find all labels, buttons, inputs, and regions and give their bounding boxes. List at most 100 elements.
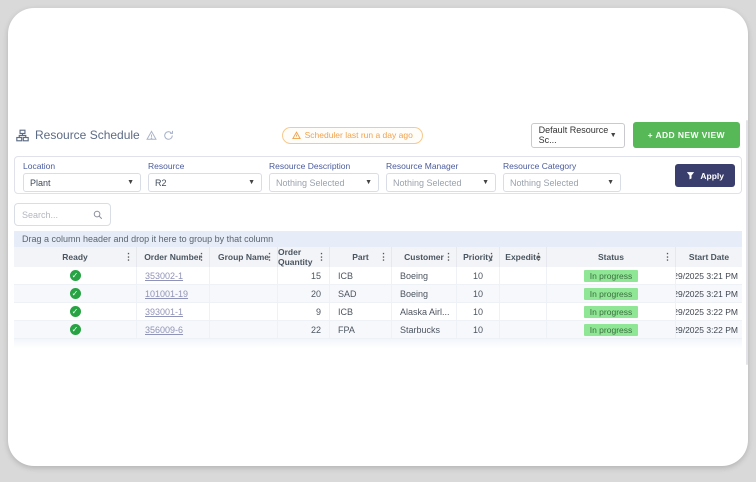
page-header: Resource Schedule Scheduler last run a d… — [14, 120, 742, 150]
customer-cell: Boeing — [392, 267, 457, 284]
expedite-cell — [500, 285, 547, 302]
view-selector-value: Default Resource Sc... — [538, 125, 609, 145]
table-row[interactable]: ✓ 356009-6 22 FPA Starbucks 10 In progre… — [14, 321, 742, 339]
add-new-view-button[interactable]: + ADD NEW VIEW — [632, 122, 740, 148]
alert-triangle-icon[interactable] — [145, 129, 157, 141]
filter-resource-description-value: Nothing Selected — [276, 177, 345, 188]
order-number-cell: 101001-19 — [137, 285, 210, 302]
column-header-order-quantity[interactable]: Order Quantity ⋮ — [278, 247, 330, 267]
table-row[interactable]: ✓ 101001-19 20 SAD Boeing 10 In progress… — [14, 285, 742, 303]
chevron-down-icon: ▼ — [482, 179, 489, 186]
column-menu-icon[interactable]: ⋮ — [534, 252, 543, 262]
ready-cell: ✓ — [14, 303, 137, 320]
scheduler-status-text: Scheduler last run a day ago — [304, 130, 413, 140]
column-header-group-name[interactable]: Group Name ⋮ — [210, 247, 278, 267]
priority-cell: 10 — [457, 303, 500, 320]
table-row[interactable]: ✓ 393001-1 9 ICB Alaska Airl... 10 In pr… — [14, 303, 742, 321]
column-menu-icon[interactable]: ⋮ — [663, 252, 672, 262]
start-date-cell: 07/29/2025 3:21 PM — [676, 288, 738, 299]
filter-resource-description-select[interactable]: Nothing Selected ▼ — [269, 173, 379, 192]
status-cell: In progress — [547, 267, 676, 284]
orders-table: Ready ⋮ Order Number ⋮ Group Name ⋮ Order Q… — [14, 247, 742, 348]
filter-resource-category: Resource Category Nothing Selected ▼ — [503, 161, 621, 192]
expedite-cell — [500, 303, 547, 320]
resource-schedule-card: Resource Schedule Scheduler last run a d… — [8, 8, 748, 466]
filter-resource-value: R2 — [155, 177, 167, 188]
search-icon[interactable] — [93, 210, 103, 220]
filter-resource-select[interactable]: R2 ▼ — [148, 173, 262, 192]
order-number-link[interactable]: 353002-1 — [145, 271, 183, 281]
start-date-cell: 07/29/2025 3:22 PM — [676, 324, 738, 335]
order-number-cell: 356009-6 — [137, 321, 210, 338]
column-header-priority[interactable]: Priority ⋮ — [457, 247, 500, 267]
filter-resource-category-select[interactable]: Nothing Selected ▼ — [503, 173, 621, 192]
filter-resource-label: Resource — [148, 161, 185, 171]
order-number-link[interactable]: 393001-1 — [145, 307, 183, 317]
status-badge: In progress — [583, 287, 639, 300]
column-header-expedite[interactable]: Expedite ⋮ — [500, 247, 547, 267]
filter-resource-manager: Resource Manager Nothing Selected ▼ — [386, 161, 496, 192]
status-cell: In progress — [547, 285, 676, 302]
status-badge: In progress — [583, 269, 639, 282]
table-bottom-fade — [14, 339, 742, 348]
customer-cell: Alaska Airl... — [392, 303, 457, 320]
column-menu-icon[interactable]: ⋮ — [124, 252, 133, 262]
filter-location-value: Plant — [30, 177, 51, 188]
grouping-drop-zone[interactable]: Drag a column header and drop it here to… — [14, 231, 742, 247]
ready-cell: ✓ — [14, 285, 137, 302]
column-header-part[interactable]: Part ⋮ — [330, 247, 392, 267]
view-selector-dropdown[interactable]: Default Resource Sc... ▼ — [530, 122, 625, 148]
column-menu-icon[interactable]: ⋮ — [317, 252, 326, 262]
scheduler-status-badge: Scheduler last run a day ago — [281, 126, 423, 144]
filter-resource-category-label: Resource Category — [503, 161, 577, 171]
ready-cell: ✓ — [14, 267, 137, 284]
table-header-row: Ready ⋮ Order Number ⋮ Group Name ⋮ Order Q… — [14, 247, 742, 267]
group-name-cell — [210, 267, 278, 284]
chevron-down-icon: ▼ — [365, 179, 372, 186]
ready-cell: ✓ — [14, 321, 137, 338]
order-quantity-cell: 20 — [278, 285, 330, 302]
filter-location: Location Plant ▼ — [23, 161, 141, 192]
column-header-order-number[interactable]: Order Number ⋮ — [137, 247, 210, 267]
priority-cell: 10 — [457, 321, 500, 338]
group-name-cell — [210, 321, 278, 338]
ready-check-icon: ✓ — [69, 306, 81, 317]
order-number-link[interactable]: 356009-6 — [145, 325, 183, 335]
filter-resource: Resource R2 ▼ — [148, 161, 262, 192]
search-input[interactable] — [22, 209, 93, 220]
filter-location-label: Location — [23, 161, 56, 171]
refresh-icon[interactable] — [163, 130, 174, 141]
status-badge: In progress — [583, 305, 639, 318]
column-header-start-date[interactable]: Start Date — [676, 247, 742, 267]
search-box — [14, 203, 111, 226]
group-name-cell — [210, 303, 278, 320]
column-header-ready[interactable]: Ready ⋮ — [14, 247, 137, 267]
chevron-down-icon: ▼ — [248, 179, 255, 186]
part-cell: FPA — [330, 321, 392, 338]
page-title: Resource Schedule — [35, 128, 140, 142]
chevron-down-icon: ▼ — [607, 179, 614, 186]
column-menu-icon[interactable]: ⋮ — [487, 252, 496, 262]
part-cell: ICB — [330, 303, 392, 320]
priority-cell: 10 — [457, 285, 500, 302]
column-header-status[interactable]: Status ⋮ — [547, 247, 676, 267]
apply-button[interactable]: Apply — [675, 164, 735, 187]
vertical-scrollbar[interactable] — [746, 120, 748, 365]
order-number-link[interactable]: 101001-19 — [145, 289, 188, 299]
chevron-down-icon: ▼ — [609, 131, 617, 139]
column-menu-icon[interactable]: ⋮ — [379, 252, 388, 262]
ready-check-icon: ✓ — [69, 324, 81, 335]
customer-cell: Starbucks — [392, 321, 457, 338]
status-badge: In progress — [583, 323, 639, 336]
apply-button-label: Apply — [700, 170, 724, 181]
column-menu-icon[interactable]: ⋮ — [265, 252, 274, 262]
column-header-customer[interactable]: Customer ⋮ — [392, 247, 457, 267]
filter-resource-manager-select[interactable]: Nothing Selected ▼ — [386, 173, 496, 192]
order-number-cell: 393001-1 — [137, 303, 210, 320]
search-row — [14, 203, 742, 226]
table-row[interactable]: ✓ 353002-1 15 ICB Boeing 10 In progress … — [14, 267, 742, 285]
filter-location-select[interactable]: Plant ▼ — [23, 173, 141, 192]
column-menu-icon[interactable]: ⋮ — [197, 252, 206, 262]
title-group: Resource Schedule — [16, 128, 174, 142]
column-menu-icon[interactable]: ⋮ — [444, 252, 453, 262]
